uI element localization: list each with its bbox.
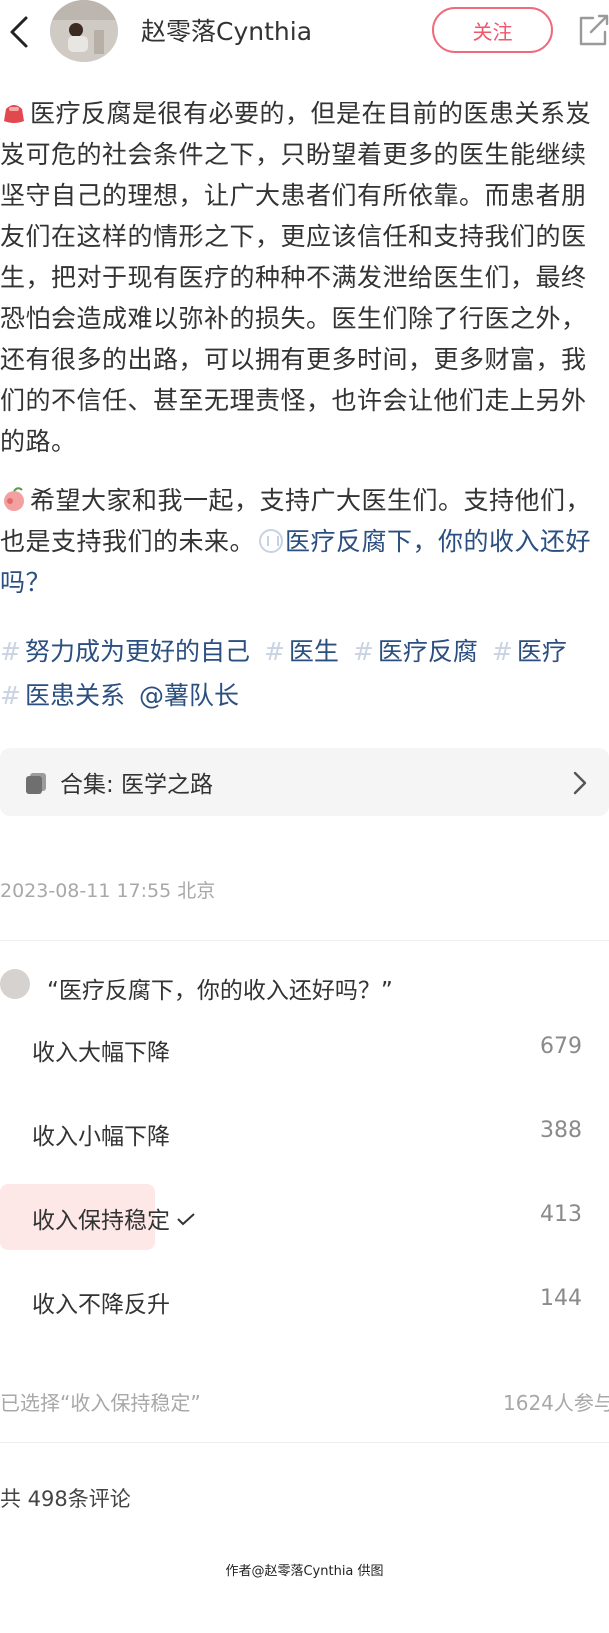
- poll-option-count: 388: [540, 1118, 582, 1143]
- post-paragraph-1: 医疗反腐是很有必要的，但是在目前的医患关系岌岌可危的社会条件之下，只盼望着更多的…: [0, 93, 609, 462]
- mention-link[interactable]: @薯队长: [139, 681, 239, 710]
- hash-symbol: #: [0, 681, 21, 710]
- hashtag-text: 医患关系: [24, 681, 125, 710]
- poll-option[interactable]: 收入不降反升 144: [0, 1268, 609, 1334]
- poll-link-icon: [259, 529, 284, 553]
- hashtag-text: 医疗反腐: [377, 637, 478, 666]
- poll-option-text: 收入小幅下降: [32, 1124, 170, 1150]
- paragraph-1-text: 医疗反腐是很有必要的，但是在目前的医患关系岌岌可危的社会条件之下，只盼望着更多的…: [0, 99, 592, 456]
- sparkle-bag-icon: [4, 105, 24, 123]
- tag-row: # 努力成为更好的自己 # 医生 # 医疗反腐 # 医疗: [0, 630, 609, 674]
- post-date: 2023-08-11 17:55 北京: [0, 880, 216, 902]
- collection-bar[interactable]: 合集: 医学之路: [0, 748, 609, 816]
- poll-selected-text: 已选择“收入保持稳定”: [0, 1391, 201, 1415]
- collection-icon: [26, 773, 46, 794]
- poll-option[interactable]: 收入大幅下降 679: [0, 1016, 609, 1082]
- divider: [0, 940, 609, 941]
- top-bar: 赵零落Cynthia 关注: [0, 0, 609, 64]
- hashtag-text: 努力成为更好的自己: [24, 637, 250, 666]
- chevron-left-icon[interactable]: [6, 12, 34, 52]
- poll-option[interactable]: 收入保持稳定 413: [0, 1184, 609, 1250]
- hashtag-text: 医生: [288, 637, 339, 666]
- poll-option-text: 收入不降反升: [32, 1292, 170, 1318]
- poll-option-label: 收入小幅下降: [32, 1117, 170, 1151]
- poll-option[interactable]: 收入小幅下降 388: [0, 1100, 609, 1166]
- collection-label: 合集: 医学之路: [60, 772, 214, 798]
- poll-footer: 已选择“收入保持稳定” 1624人参与: [0, 1387, 609, 1417]
- peach-icon: [4, 487, 24, 511]
- tag-row: # 医患关系 @薯队长: [0, 674, 609, 718]
- avatar[interactable]: [50, 0, 118, 62]
- follow-button[interactable]: 关注: [432, 7, 553, 53]
- poll-option-count: 144: [540, 1286, 582, 1311]
- hashtag-link[interactable]: # 医疗反腐: [353, 637, 478, 666]
- poll-title: “医疗反腐下，你的收入还好吗？”: [47, 978, 393, 1004]
- poll-option-label: 收入保持稳定: [32, 1201, 196, 1235]
- mention-text: @薯队长: [138, 681, 239, 710]
- hashtag-link[interactable]: # 医患关系: [0, 681, 125, 710]
- poll-option-count: 679: [540, 1034, 582, 1059]
- checkmark-icon: [177, 1213, 195, 1226]
- hash-symbol: #: [352, 637, 374, 666]
- chevron-right-icon: [573, 771, 587, 795]
- hashtag-link[interactable]: # 医生: [264, 637, 339, 666]
- poll-participants: 1624人参与: [503, 1391, 609, 1415]
- tag-list: # 努力成为更好的自己 # 医生 # 医疗反腐 # 医疗 # 医患关系 @薯队长: [0, 630, 609, 718]
- poll-avatar: [0, 969, 30, 999]
- comment-count[interactable]: 共 498条评论: [0, 1483, 131, 1513]
- author-name[interactable]: 赵零落Cynthia: [141, 12, 312, 48]
- poll-option-text: 收入大幅下降: [32, 1040, 170, 1066]
- photo-credit: 作者@赵零落Cynthia 供图: [225, 1564, 384, 1579]
- hashtag-text: 医疗: [516, 637, 567, 666]
- hash-symbol: #: [491, 637, 513, 666]
- hashtag-link[interactable]: # 医疗: [492, 637, 567, 666]
- poll-option-text: 收入保持稳定: [32, 1208, 170, 1234]
- poll-option-label: 收入大幅下降: [32, 1033, 170, 1067]
- poll-option-count: 413: [540, 1202, 582, 1227]
- poll-question: “医疗反腐下，你的收入还好吗？”: [0, 965, 609, 1009]
- poll-option-label: 收入不降反升: [32, 1285, 170, 1319]
- hash-symbol: #: [263, 637, 285, 666]
- hashtag-link[interactable]: # 努力成为更好的自己: [0, 637, 250, 666]
- divider: [0, 1442, 609, 1443]
- share-icon[interactable]: [577, 10, 609, 48]
- hash-symbol: #: [0, 637, 21, 666]
- post-paragraph-2: 希望大家和我一起，支持广大医生们。支持他们，也是支持我们的未来。 医疗反腐下，你的…: [0, 480, 609, 603]
